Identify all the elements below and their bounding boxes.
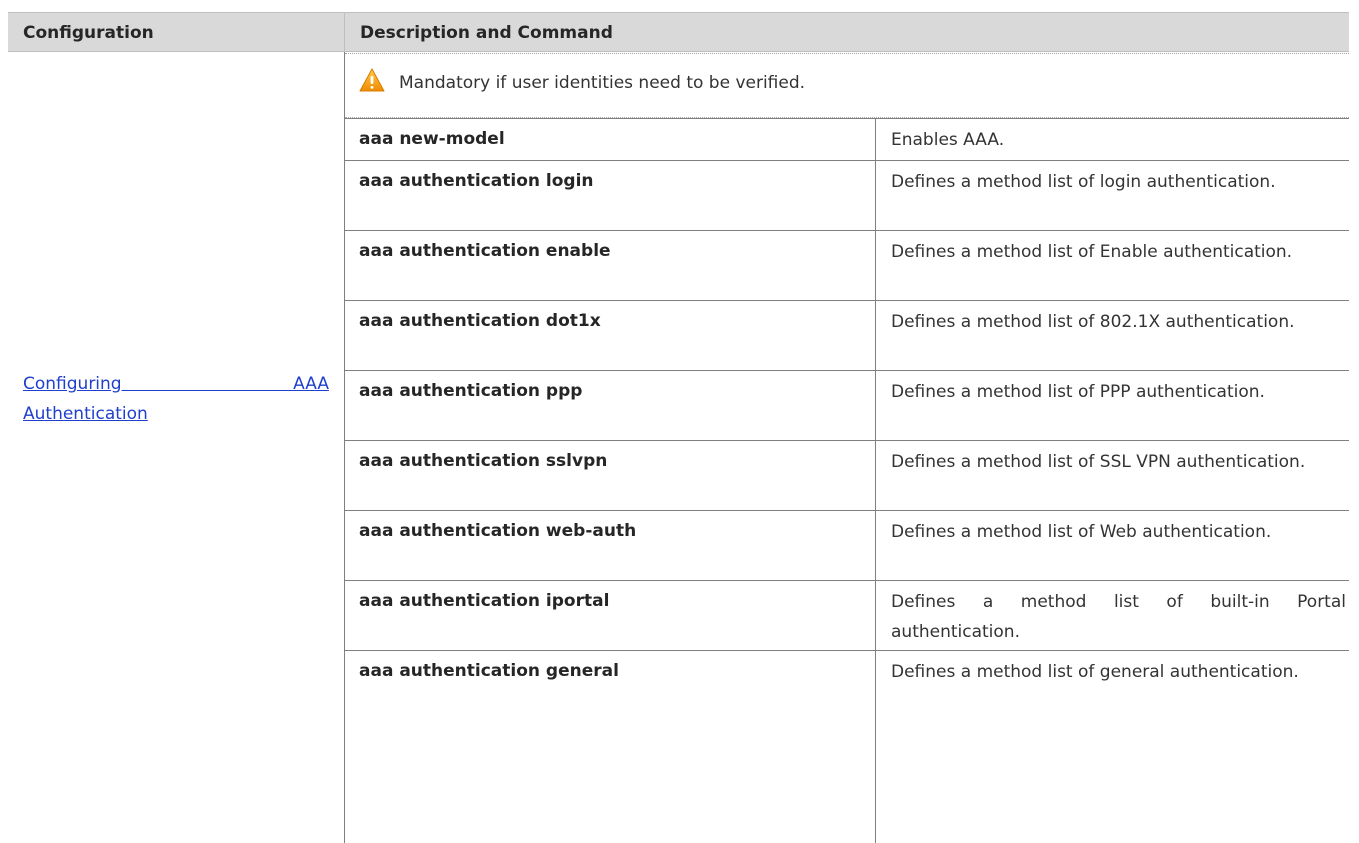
table-row: aaa authentication iportal Defines a met… (345, 580, 1349, 650)
table-row: aaa authentication dot1x Defines a metho… (345, 300, 1349, 370)
header-divider (344, 13, 345, 53)
table-row: aaa authentication sslvpn Defines a meth… (345, 440, 1349, 510)
table-row: aaa new-model Enables AAA. (345, 118, 1349, 160)
table-row: aaa authentication ppp Defines a method … (345, 370, 1349, 440)
table-row: aaa authentication web-auth Defines a me… (345, 510, 1349, 580)
link-line-2[interactable]: Authentication (23, 399, 329, 429)
description-text: Defines a method list of PPP authenticat… (891, 382, 1265, 402)
command-cell: aaa authentication sslvpn (359, 451, 608, 471)
description-cell: Defines a method list of Web authenticat… (875, 511, 1347, 580)
description-cell: Defines a method list of general authent… (875, 651, 1347, 843)
command-cell: aaa authentication ppp (359, 381, 583, 401)
link-line-1[interactable]: Configuring AAA (23, 369, 329, 399)
description-cell: Defines a method list of built-in Portal… (875, 581, 1347, 650)
header-configuration: Configuration (23, 23, 154, 43)
command-cell: aaa authentication login (359, 171, 594, 191)
command-cell: aaa authentication web-auth (359, 521, 637, 541)
description-cell: Defines a method list of SSL VPN authent… (875, 441, 1347, 510)
description-cell: Enables AAA. (875, 119, 1347, 160)
table-row: aaa authentication login Defines a metho… (345, 160, 1349, 230)
header-description: Description and Command (360, 23, 613, 43)
table-row: aaa authentication general Defines a met… (345, 650, 1349, 843)
description-text: Defines a method list of general authent… (891, 662, 1299, 682)
warning-icon (359, 68, 385, 92)
description-text: Enables AAA. (891, 130, 1005, 150)
description-cell: Defines a method list of 802.1X authenti… (875, 301, 1347, 370)
command-cell: aaa authentication iportal (359, 591, 610, 611)
notice-text: Mandatory if user identities need to be … (399, 73, 806, 93)
table-header: Configuration Description and Command (8, 12, 1349, 53)
command-cell: aaa authentication enable (359, 241, 611, 261)
description-cell: Defines a method list of PPP authenticat… (875, 371, 1347, 440)
description-text: Defines a method list of login authentic… (891, 172, 1276, 192)
description-text: Defines a method list of Web authenticat… (891, 522, 1272, 542)
table-row: aaa authentication enable Defines a meth… (345, 230, 1349, 300)
description-text: Defines a method list of 802.1X authenti… (891, 312, 1295, 332)
description-text: Defines a method list of Enable authenti… (891, 242, 1293, 262)
description-text: Defines a method list of built-in Portal… (891, 592, 1346, 642)
command-cell: aaa authentication dot1x (359, 311, 601, 331)
command-cell: aaa authentication general (359, 661, 619, 681)
configuring-aaa-authentication-link[interactable]: Configuring AAA Authentication (23, 369, 329, 429)
command-cell: aaa new-model (359, 129, 505, 149)
mandatory-notice: Mandatory if user identities need to be … (345, 53, 1349, 118)
description-cell: Defines a method list of login authentic… (875, 161, 1347, 230)
description-text: Defines a method list of SSL VPN authent… (891, 452, 1306, 472)
description-cell: Defines a method list of Enable authenti… (875, 231, 1347, 300)
